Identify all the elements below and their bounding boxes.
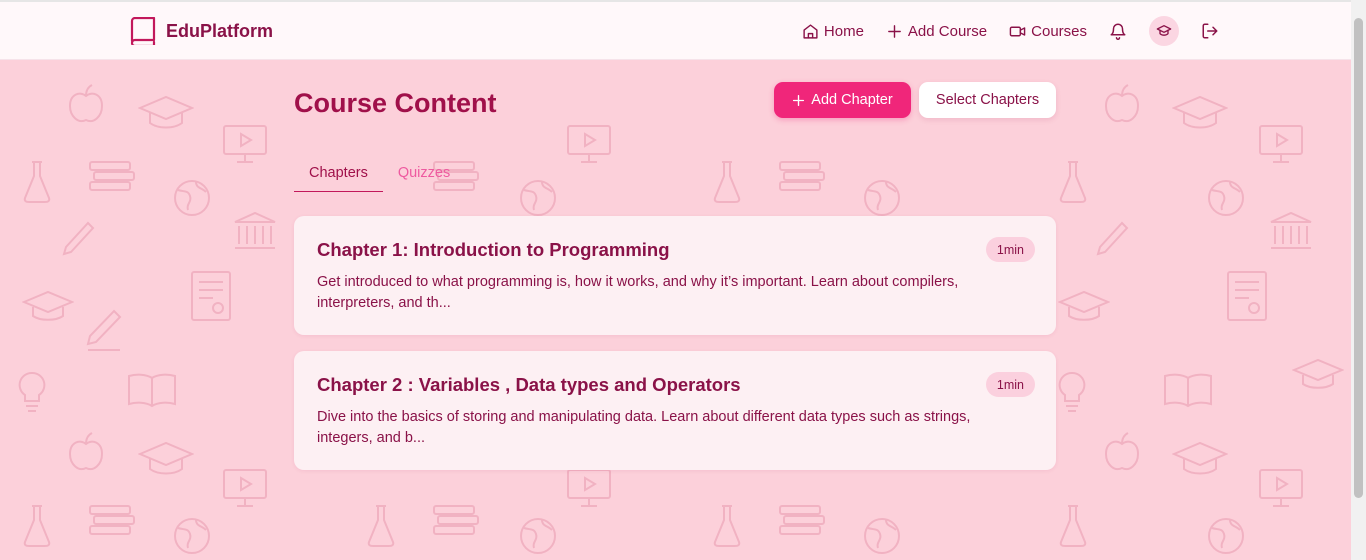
nav-links: Home Add Course Courses bbox=[780, 2, 1219, 60]
lightbulb-icon-2 bbox=[1058, 371, 1086, 412]
flask-icon-5 bbox=[713, 161, 741, 203]
book-icon bbox=[130, 17, 156, 45]
chapter-description: Get introduced to what programming is, h… bbox=[317, 274, 959, 311]
scrollbar-thumb[interactable] bbox=[1354, 18, 1363, 498]
chapter-card[interactable]: Chapter 2 : Variables , Data types and O… bbox=[294, 351, 1056, 470]
apple-icon-2 bbox=[68, 432, 104, 470]
pencil-icon-2 bbox=[86, 309, 122, 351]
globe-icon-5 bbox=[520, 180, 556, 216]
nav-courses-link[interactable]: Courses bbox=[1009, 23, 1087, 40]
flask-icon bbox=[23, 161, 51, 203]
flask-icon-7 bbox=[713, 505, 741, 547]
graduation-cap-icon-3 bbox=[138, 441, 194, 475]
apple-icon bbox=[68, 84, 104, 122]
nav-home-link[interactable]: Home bbox=[802, 23, 864, 40]
select-chapters-button[interactable]: Select Chapters bbox=[919, 82, 1056, 118]
books-icon-5 bbox=[433, 505, 479, 535]
logout-button[interactable] bbox=[1201, 22, 1219, 40]
globe-icon-3 bbox=[1208, 180, 1244, 216]
flask-icon-6 bbox=[367, 505, 395, 547]
graduation-cap-icon-7 bbox=[1172, 441, 1228, 475]
tab-quizzes-label: Quizzes bbox=[397, 165, 451, 181]
chapter-card[interactable]: Chapter 1: Introduction to Programming G… bbox=[294, 216, 1056, 335]
top-navbar: EduPlatform Home Add Course Courses bbox=[0, 2, 1351, 60]
page-title: Course Content bbox=[294, 88, 497, 118]
bank-icon-2 bbox=[1270, 211, 1312, 249]
apple-icon-3 bbox=[1104, 84, 1140, 122]
globe-icon-8 bbox=[864, 518, 900, 554]
bank-icon bbox=[234, 211, 276, 249]
profile-avatar-button[interactable] bbox=[1149, 16, 1179, 46]
tab-quizzes[interactable]: Quizzes bbox=[383, 164, 465, 192]
chapter-title: Chapter 2 : Variables , Data types and O… bbox=[317, 374, 741, 395]
select-chapters-label: Select Chapters bbox=[935, 92, 1040, 108]
home-icon bbox=[803, 23, 818, 39]
plus-icon-button bbox=[793, 94, 805, 106]
content-tabs: Chapters Quizzes bbox=[294, 164, 465, 192]
books-icon bbox=[89, 161, 135, 191]
monitor-icon-5 bbox=[567, 125, 611, 163]
nav-home-label: Home bbox=[823, 22, 864, 40]
graduation-cap-icon-5 bbox=[1058, 290, 1110, 321]
tab-chapters-label: Chapters bbox=[309, 165, 368, 181]
flask-icon-3 bbox=[1059, 161, 1087, 203]
chapter-title: Chapter 1: Introduction to Programming bbox=[317, 239, 670, 260]
monitor-icon-6 bbox=[567, 469, 611, 507]
add-chapter-button[interactable]: Add Chapter bbox=[774, 82, 911, 118]
brand-name: EduPlatform bbox=[166, 20, 274, 41]
books-icon-4 bbox=[779, 161, 825, 191]
graduation-cap-icon bbox=[138, 95, 194, 129]
monitor-icon-4 bbox=[1259, 469, 1303, 507]
certificate-icon-2 bbox=[1227, 271, 1267, 321]
books-icon-6 bbox=[779, 505, 825, 535]
apple-icon-4 bbox=[1104, 432, 1140, 470]
plus-icon bbox=[888, 24, 901, 38]
certificate-icon bbox=[191, 271, 231, 321]
globe-icon-7 bbox=[520, 518, 556, 554]
pencil-icon bbox=[62, 221, 95, 256]
monitor-icon bbox=[223, 125, 267, 163]
duration-badge: 1min bbox=[985, 372, 1035, 397]
notifications-button[interactable] bbox=[1109, 22, 1127, 40]
globe-icon-4 bbox=[1208, 518, 1244, 554]
monitor-icon-2 bbox=[223, 469, 267, 507]
book-open-icon bbox=[128, 373, 176, 408]
add-chapter-label: Add Chapter bbox=[811, 92, 893, 108]
chapter-description: Dive into the basics of storing and mani… bbox=[317, 409, 971, 446]
brand-logo[interactable]: EduPlatform bbox=[130, 17, 273, 45]
graduation-cap-icon-2 bbox=[22, 290, 74, 321]
globe-icon-6 bbox=[864, 180, 900, 216]
graduation-cap-icon-6 bbox=[1292, 358, 1344, 389]
monitor-icon-3 bbox=[1259, 125, 1303, 163]
graduation-cap-icon-4 bbox=[1172, 95, 1228, 129]
graduation-cap-icon-avatar bbox=[1156, 25, 1172, 36]
page-scrollbar[interactable] bbox=[1351, 0, 1366, 560]
tab-chapters[interactable]: Chapters bbox=[294, 164, 383, 192]
logout-icon bbox=[1202, 23, 1218, 39]
bell-icon bbox=[1110, 23, 1126, 40]
globe-icon bbox=[174, 180, 210, 216]
globe-icon-2 bbox=[174, 518, 210, 554]
book-open-icon-2 bbox=[1164, 373, 1212, 408]
flask-icon-2 bbox=[23, 505, 51, 547]
nav-add-course-label: Add Course bbox=[907, 22, 988, 40]
video-icon bbox=[1009, 26, 1026, 36]
books-icon-2 bbox=[89, 505, 135, 535]
lightbulb-icon bbox=[18, 371, 46, 412]
nav-courses-label: Courses bbox=[1031, 22, 1087, 40]
nav-add-course-link[interactable]: Add Course bbox=[886, 23, 987, 40]
pencil-icon-3 bbox=[1096, 221, 1129, 256]
duration-badge: 1min bbox=[985, 237, 1035, 262]
flask-icon-4 bbox=[1059, 505, 1087, 547]
